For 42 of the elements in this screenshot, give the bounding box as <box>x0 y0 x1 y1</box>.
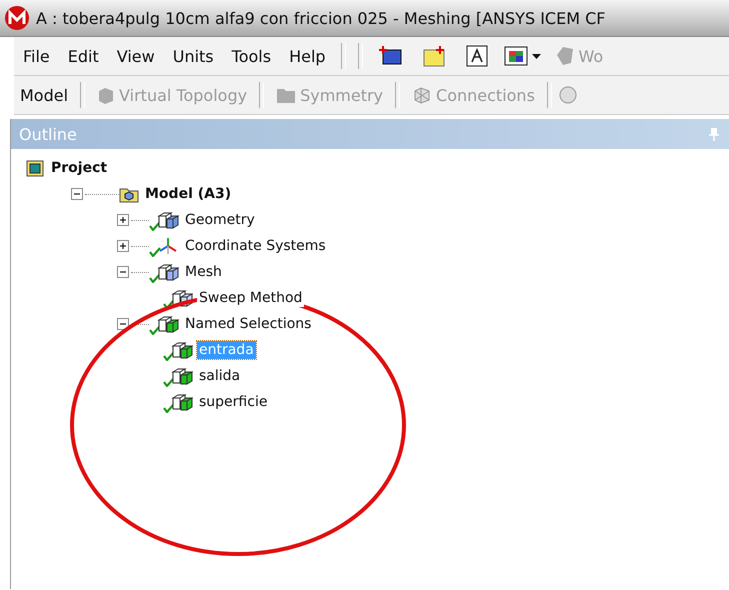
tree-item[interactable]: Project <box>49 159 110 177</box>
text-icon[interactable] <box>464 44 489 68</box>
project-icon <box>25 158 45 178</box>
menu-item[interactable]: Help <box>280 46 335 66</box>
box-icon <box>97 86 116 104</box>
cube-icon <box>171 393 193 411</box>
cube-icon <box>171 289 193 307</box>
expand-toggle[interactable] <box>117 214 129 226</box>
check-icon <box>163 403 175 413</box>
cube-icon <box>157 315 179 333</box>
tree-item[interactable]: Geometry <box>183 211 257 229</box>
panel-title: Outline <box>19 124 77 144</box>
cube-icon <box>171 367 193 385</box>
cube-icon <box>171 341 193 359</box>
tree-item[interactable]: superficie <box>197 393 270 411</box>
menu-item[interactable]: View <box>108 46 164 66</box>
collapse-toggle[interactable] <box>117 318 129 330</box>
folder-icon <box>276 86 296 104</box>
check-icon <box>163 351 175 361</box>
contour-icon[interactable] <box>502 44 543 68</box>
expand-toggle[interactable] <box>117 240 129 252</box>
menu-item[interactable]: Tools <box>222 46 280 66</box>
axes-icon <box>157 236 179 256</box>
cube-icon <box>412 86 432 104</box>
menu-item[interactable]: Units <box>164 46 223 66</box>
collapse-toggle[interactable] <box>117 266 129 278</box>
menu-item[interactable]: File <box>14 46 59 66</box>
menu-item[interactable]: Edit <box>58 46 108 66</box>
window-title: A : tobera4pulg 10cm alfa9 con friccion 025 - Meshing [ANSYS ICEM CF <box>36 8 606 28</box>
check-icon <box>149 221 161 231</box>
tree-item[interactable]: Sweep Method <box>197 289 304 307</box>
toolbar-button[interactable]: Model <box>14 86 74 104</box>
cube-icon <box>157 211 179 229</box>
collapse-toggle[interactable] <box>71 188 83 200</box>
app-logo-icon <box>4 5 30 31</box>
check-icon <box>149 247 161 257</box>
check-icon <box>163 299 175 309</box>
check-icon <box>149 325 161 335</box>
tree-item[interactable]: Coordinate Systems <box>183 237 328 255</box>
check-icon <box>149 273 161 283</box>
cube-icon <box>157 263 179 281</box>
check-icon <box>163 377 175 387</box>
